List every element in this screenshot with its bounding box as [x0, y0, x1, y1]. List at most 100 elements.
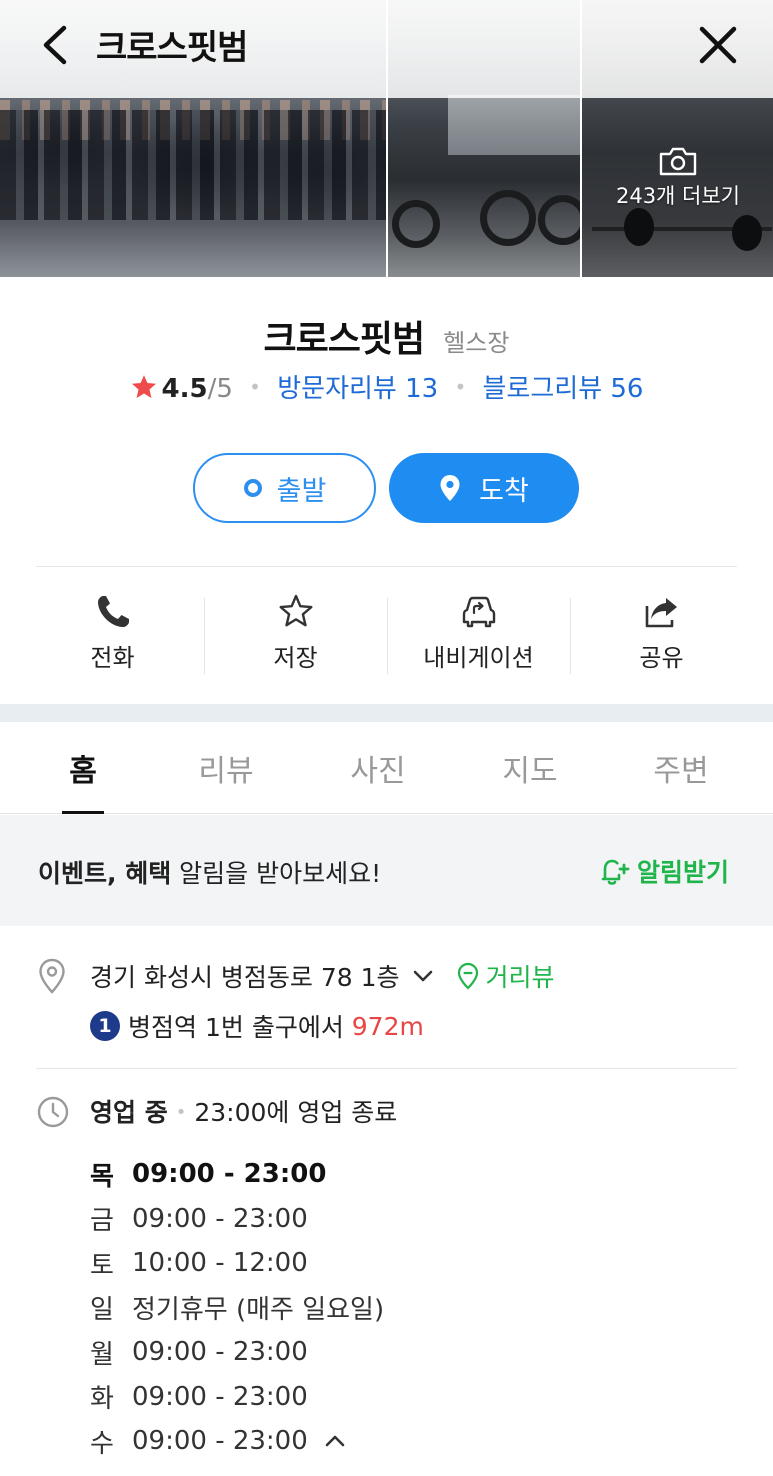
event-text: 이벤트, 혜택 알림을 받아보세요!: [38, 854, 381, 890]
blog-reviews-link[interactable]: 블로그리뷰 56: [483, 374, 644, 404]
share-icon: [645, 598, 677, 628]
place-title-row: 크로스핏범 헬스장: [0, 310, 773, 362]
photo-detail: [392, 200, 440, 248]
station-name: 병점역: [128, 1013, 198, 1042]
event-bold-text: 이벤트, 혜택: [38, 859, 172, 888]
tab-home[interactable]: 홈: [64, 722, 102, 813]
bell-plus-icon: [601, 859, 630, 885]
day-label: 월: [90, 1339, 114, 1370]
day-label: 금: [90, 1206, 114, 1237]
action-divider: [570, 598, 571, 674]
navigation-label: 내비게이션: [423, 644, 534, 672]
photo-detail: [448, 95, 580, 155]
time-range: 정기휴무 (매주 일요일): [132, 1295, 385, 1326]
header-title: 크로스핏범: [96, 28, 248, 68]
subscribe-alert-button[interactable]: 알림받기: [597, 853, 729, 889]
photo-detail: [480, 190, 536, 246]
more-photos-label: 243개 더보기: [615, 184, 741, 208]
dot-separator: •: [175, 1102, 187, 1123]
time-range: 10:00 - 12:00: [132, 1248, 308, 1279]
action-divider: [204, 598, 205, 674]
share-label: 공유: [639, 644, 684, 672]
subway-line-badge: 1: [90, 1011, 120, 1041]
call-button[interactable]: 전화: [21, 590, 204, 680]
arrive-button[interactable]: 도착: [389, 453, 579, 523]
day-label: 목: [90, 1161, 114, 1192]
hours-row-sunday: 일 정기휴무 (매주 일요일): [90, 1286, 690, 1331]
action-row: 전화 저장 내비게이션 공유: [21, 590, 753, 680]
back-arrow-icon[interactable]: [36, 22, 76, 68]
place-category: 헬스장: [443, 329, 510, 357]
divider: [36, 566, 737, 567]
time-range: 09:00 - 23:00: [132, 1203, 308, 1234]
dot-separator: •: [249, 375, 261, 399]
share-button[interactable]: 공유: [570, 590, 753, 680]
tab-map[interactable]: 지도: [500, 722, 560, 813]
navigation-button[interactable]: 내비게이션: [387, 590, 570, 680]
origin-dot-icon: [243, 479, 262, 497]
day-label: 수: [90, 1428, 114, 1459]
time-range: 09:00 - 23:00: [132, 1159, 327, 1190]
section-spacer: [0, 704, 773, 722]
rating-max: /5: [207, 374, 233, 404]
hours-row-thursday: 목 09:00 - 23:00: [90, 1152, 690, 1197]
location-pin-icon: [440, 475, 460, 501]
tab-bar: 홈 리뷰 사진 지도 주변: [0, 722, 773, 814]
visitor-reviews-link[interactable]: 방문자리뷰 13: [277, 374, 438, 404]
open-status: 영업 중: [90, 1098, 168, 1127]
subway-row: 1 병점역 1번 출구에서 972m: [90, 1008, 424, 1044]
time-range: 09:00 - 23:00: [132, 1337, 308, 1368]
day-label: 토: [90, 1250, 114, 1281]
call-label: 전화: [90, 644, 135, 672]
star-icon: [131, 375, 156, 398]
divider: [36, 1068, 737, 1069]
camera-icon: [659, 147, 697, 176]
photo-detail: [0, 110, 386, 220]
rating-row: 4.5/5 • 방문자리뷰 13 • 블로그리뷰 56: [0, 368, 773, 405]
distance-text: 972m: [351, 1011, 424, 1041]
event-banner: 이벤트, 혜택 알림을 받아보세요! 알림받기: [0, 815, 773, 926]
arrive-label: 도착: [479, 475, 529, 507]
hours-row-tuesday: 화 09:00 - 23:00: [90, 1375, 690, 1420]
time-range: 09:00 - 23:00: [132, 1381, 308, 1412]
hours-status-row[interactable]: 영업 중 • 23:00에 영업 종료: [90, 1093, 397, 1129]
tab-photos[interactable]: 사진: [348, 722, 408, 813]
action-divider: [387, 598, 388, 674]
rating-value: 4.5: [161, 374, 208, 404]
hours-list: 목 09:00 - 23:00 금 09:00 - 23:00 토 10:00 …: [90, 1152, 690, 1464]
address-row: 경기 화성시 병점동로 78 1층 거리뷰: [90, 958, 555, 994]
start-label: 출발: [276, 475, 327, 507]
dot-separator: •: [454, 375, 467, 399]
streetview-link[interactable]: 거리뷰: [456, 958, 555, 994]
hours-row-friday: 금 09:00 - 23:00: [90, 1197, 690, 1242]
day-label: 화: [90, 1384, 114, 1415]
photo-gallery: 크로스핏범 243개 더보기: [0, 0, 773, 277]
start-button[interactable]: 출발: [193, 453, 376, 523]
star-outline-icon: [279, 594, 312, 627]
hours-row-monday: 월 09:00 - 23:00: [90, 1330, 690, 1375]
chevron-down-icon[interactable]: [410, 963, 436, 989]
hours-row-saturday: 토 10:00 - 12:00: [90, 1241, 690, 1286]
address-text[interactable]: 경기 화성시 병점동로 78 1층: [90, 958, 400, 994]
event-rest-text: 알림을 받아보세요!: [171, 859, 382, 888]
tab-nearby[interactable]: 주변: [651, 722, 711, 813]
location-icon: [39, 958, 65, 994]
streetview-label: 거리뷰: [485, 963, 555, 992]
place-name: 크로스핏범: [263, 319, 426, 360]
clock-icon: [37, 1096, 69, 1128]
streetview-pin-icon: [457, 962, 478, 990]
car-navigation-icon: [462, 596, 495, 628]
close-icon[interactable]: [695, 22, 741, 68]
day-label: 일: [90, 1295, 114, 1326]
chevron-up-icon[interactable]: [322, 1428, 348, 1454]
more-photos-button[interactable]: 243개 더보기: [598, 146, 758, 226]
phone-icon: [97, 596, 129, 627]
save-button[interactable]: 저장: [204, 590, 387, 680]
tab-reviews[interactable]: 리뷰: [196, 722, 256, 813]
save-label: 저장: [273, 644, 318, 672]
photo-detail: [538, 195, 580, 245]
subscribe-alert-label: 알림받기: [637, 858, 730, 887]
closing-time-text: 23:00에 영업 종료: [194, 1098, 398, 1127]
hours-row-wednesday: 수 09:00 - 23:00: [90, 1419, 690, 1464]
exit-text: 1번 출구에서: [197, 1013, 352, 1042]
